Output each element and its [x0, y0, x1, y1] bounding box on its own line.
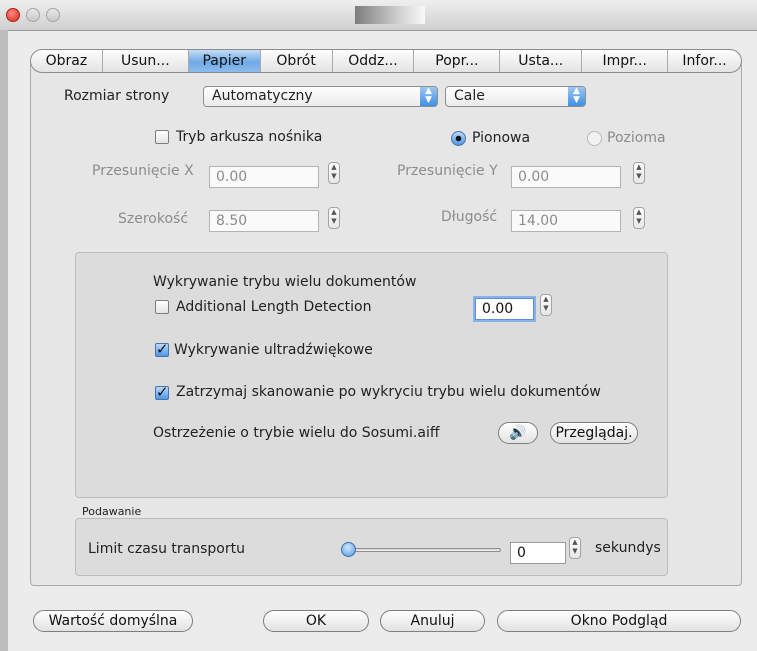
transport-timeout-slider-track[interactable]: [343, 548, 501, 552]
preview-window-button[interactable]: Okno Podgląd: [497, 610, 741, 632]
minimize-window-button[interactable]: [26, 8, 40, 22]
length-field[interactable]: 14.00: [511, 210, 621, 232]
page-size-label: Rozmiar strony: [64, 88, 170, 104]
unit-popup[interactable]: Cale ▲ ▼: [445, 86, 586, 107]
popup-arrows-icon: ▲ ▼: [420, 87, 437, 106]
width-field[interactable]: 8.50: [209, 210, 319, 232]
carrier-sheet-checkbox[interactable]: [155, 130, 169, 144]
offset-x-stepper[interactable]: ▲ ▼: [328, 162, 340, 184]
tab-usun[interactable]: Usun...: [103, 50, 189, 72]
transport-timeout-label: Limit czasu transportu: [88, 541, 245, 557]
landscape-radio[interactable]: [587, 131, 602, 146]
tab-obraz[interactable]: Obraz: [31, 50, 103, 72]
page-size-value: Automatyczny: [212, 88, 313, 104]
tab-popr[interactable]: Popr...: [414, 50, 501, 72]
offset-x-field[interactable]: 0.00: [209, 166, 319, 188]
unit-value: Cale: [454, 88, 485, 104]
speaker-icon: 🔊: [509, 425, 527, 441]
left-window-edge: [0, 30, 8, 651]
tab-usta[interactable]: Usta...: [500, 50, 583, 72]
default-values-button[interactable]: Wartość domyślna: [33, 610, 193, 632]
offset-y-label: Przesunięcie Y: [397, 163, 498, 179]
tab-obrot[interactable]: Obrót: [261, 50, 333, 72]
portrait-label: Pionowa: [472, 130, 531, 146]
additional-length-field[interactable]: 0.00: [475, 298, 534, 320]
landscape-label: Pozioma: [607, 130, 666, 146]
multifeed-title: Wykrywanie trybu wielu dokumentów: [153, 274, 417, 290]
feeding-group-title: Podawanie: [82, 505, 142, 518]
transport-timeout-field[interactable]: 0: [510, 542, 566, 564]
play-sound-button[interactable]: 🔊: [498, 422, 538, 444]
additional-length-stepper[interactable]: ▲ ▼: [540, 294, 552, 316]
browse-button[interactable]: Przeglądaj.: [550, 422, 638, 444]
stop-scan-label: Zatrzymaj skanowanie po wykryciu trybu w…: [176, 384, 601, 400]
length-stepper[interactable]: ▲ ▼: [633, 207, 645, 229]
offset-y-stepper[interactable]: ▲ ▼: [633, 162, 645, 184]
transport-timeout-slider-knob[interactable]: [341, 542, 356, 557]
width-stepper[interactable]: ▲ ▼: [328, 207, 340, 229]
ok-button[interactable]: OK: [263, 610, 369, 632]
additional-length-checkbox[interactable]: [155, 300, 169, 314]
offset-x-label: Przesunięcie X: [92, 163, 194, 179]
transport-timeout-stepper[interactable]: ▲ ▼: [569, 537, 581, 559]
additional-length-label: Additional Length Detection: [176, 299, 372, 315]
portrait-radio[interactable]: [451, 131, 466, 146]
warning-sound-label: Ostrzeżenie o trybie wielu do Sosumi.aif…: [153, 425, 440, 441]
transport-timeout-unit: sekundys: [595, 540, 661, 556]
length-label: Długość: [441, 209, 498, 225]
zoom-window-button[interactable]: [46, 8, 60, 22]
page-size-popup[interactable]: Automatyczny ▲ ▼: [203, 86, 438, 107]
carrier-sheet-label: Tryb arkusza nośnika: [176, 129, 323, 145]
window-title-image: [355, 6, 425, 24]
ultrasonic-checkbox[interactable]: [155, 340, 169, 358]
offset-y-field[interactable]: 0.00: [511, 166, 621, 188]
cancel-button[interactable]: Anuluj: [380, 610, 485, 632]
popup-arrows-icon: ▲ ▼: [568, 87, 585, 106]
tab-papier[interactable]: Papier: [188, 50, 261, 72]
width-label: Szerokość: [118, 211, 189, 227]
scanner-settings-window: Obraz Usun... Papier Obrót Oddz... Popr.…: [0, 0, 757, 651]
ultrasonic-label: Wykrywanie ultradźwiękowe: [174, 342, 373, 358]
close-window-button[interactable]: [6, 8, 20, 22]
tab-oddz[interactable]: Oddz...: [333, 50, 415, 72]
tab-bar: Obraz Usun... Papier Obrót Oddz... Popr.…: [30, 49, 742, 73]
stop-scan-checkbox[interactable]: [155, 383, 169, 401]
tab-infor[interactable]: Infor...: [668, 50, 741, 72]
title-bar: [0, 0, 757, 31]
tab-impr[interactable]: Impr...: [582, 50, 669, 72]
